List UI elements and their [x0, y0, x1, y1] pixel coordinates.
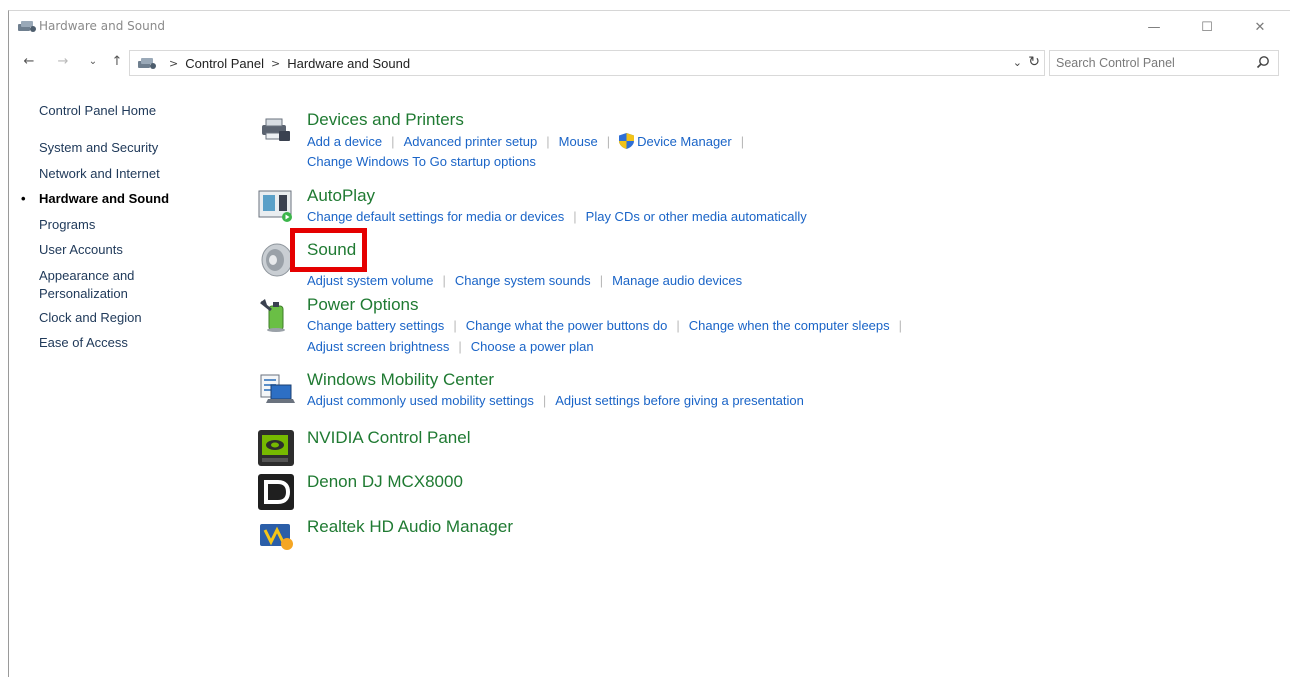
autoplay-heading[interactable]: AutoPlay — [307, 186, 375, 206]
back-arrow-icon: ← — [23, 53, 35, 69]
denon-dj-mcx8000-heading[interactable]: Denon DJ MCX8000 — [307, 472, 463, 492]
control-panel-home-link[interactable]: Control Panel Home — [39, 103, 156, 118]
address-bar[interactable]: > Control Panel > Hardware and Sound ⌄ ↻ — [129, 50, 1045, 76]
back-button[interactable]: ← — [19, 51, 39, 71]
power-options-heading[interactable]: Power Options — [307, 295, 419, 315]
up-arrow-icon: ↑ — [111, 53, 123, 69]
advanced-printer-setup-link[interactable]: Advanced printer setup — [404, 134, 538, 149]
play-cds-automatically-link[interactable]: Play CDs or other media automatically — [586, 209, 807, 224]
mobility-center-links: Adjust commonly used mobility settings |… — [307, 393, 804, 408]
link-separator: | — [740, 133, 745, 149]
nav-network-and-internet[interactable]: Network and Internet — [39, 166, 160, 181]
link-separator: | — [546, 133, 550, 149]
close-icon: ✕ — [1254, 19, 1266, 35]
nvidia-control-panel-heading[interactable]: NVIDIA Control Panel — [307, 428, 470, 448]
power-options-links: Change battery settings | Change what th… — [307, 318, 911, 333]
link-separator: | — [676, 318, 680, 333]
nvidia-icon — [258, 430, 294, 466]
autoplay-links: Change default settings for media or dev… — [307, 209, 807, 224]
chevron-down-icon: ⌄ — [88, 55, 98, 67]
adjust-screen-brightness-link[interactable]: Adjust screen brightness — [307, 339, 449, 354]
device-manager-link[interactable]: Device Manager — [637, 134, 732, 149]
autoplay-icon — [258, 190, 292, 222]
link-separator: | — [442, 273, 446, 288]
link-separator: | — [542, 393, 547, 408]
link-separator: | — [599, 273, 604, 288]
title-bar: Hardware and Sound — ☐ ✕ — [9, 11, 1290, 41]
link-separator: | — [453, 318, 457, 333]
mouse-link[interactable]: Mouse — [559, 134, 598, 149]
forward-arrow-icon: → — [57, 53, 69, 69]
adjust-presentation-settings-link[interactable]: Adjust settings before giving a presenta… — [555, 393, 804, 408]
control-panel-icon — [138, 58, 156, 69]
add-a-device-link[interactable]: Add a device — [307, 134, 382, 149]
control-panel-icon — [18, 21, 36, 32]
realtek-icon — [260, 524, 293, 550]
manage-audio-devices-link[interactable]: Manage audio devices — [612, 273, 742, 288]
refresh-icon[interactable]: ↻ — [1028, 54, 1040, 70]
breadcrumb-hardware-and-sound[interactable]: Hardware and Sound — [287, 56, 410, 71]
denon-icon — [258, 474, 294, 510]
nav-personalization[interactable]: Personalization — [39, 286, 128, 301]
devices-and-printers-links: Add a device | Advanced printer setup | … — [307, 133, 753, 149]
nav-user-accounts[interactable]: User Accounts — [39, 242, 123, 257]
recent-locations-button[interactable]: ⌄ — [83, 51, 103, 71]
nav-system-and-security[interactable]: System and Security — [39, 140, 158, 155]
link-separator: | — [573, 209, 577, 224]
change-computer-sleeps-link[interactable]: Change when the computer sleeps — [689, 318, 890, 333]
breadcrumb-separator-icon[interactable]: > — [271, 57, 280, 70]
nav-programs[interactable]: Programs — [39, 217, 95, 232]
close-button[interactable]: ✕ — [1237, 15, 1283, 39]
change-battery-settings-link[interactable]: Change battery settings — [307, 318, 444, 333]
breadcrumb-separator-icon[interactable]: > — [169, 57, 178, 70]
windows-mobility-center-heading[interactable]: Windows Mobility Center — [307, 370, 494, 390]
choose-power-plan-link[interactable]: Choose a power plan — [471, 339, 594, 354]
nav-ease-of-access[interactable]: Ease of Access — [39, 335, 128, 350]
mobility-icon — [260, 374, 295, 403]
forward-button[interactable]: → — [53, 51, 73, 71]
link-separator: | — [898, 318, 903, 333]
minimize-button[interactable]: — — [1131, 15, 1177, 39]
nav-appearance-and[interactable]: Appearance and — [39, 268, 134, 283]
adjust-system-volume-link[interactable]: Adjust system volume — [307, 273, 433, 288]
link-separator: | — [458, 339, 462, 354]
nav-hardware-and-sound-label: Hardware and Sound — [39, 191, 170, 206]
search-box[interactable] — [1049, 50, 1279, 76]
change-power-buttons-link[interactable]: Change what the power buttons do — [466, 318, 668, 333]
maximize-icon: ☐ — [1201, 19, 1213, 35]
change-default-media-settings-link[interactable]: Change default settings for media or dev… — [307, 209, 564, 224]
devices-and-printers-links-row2: Change Windows To Go startup options — [307, 154, 536, 169]
power-options-links-row2: Adjust screen brightness | Choose a powe… — [307, 339, 594, 354]
navigation-bar: ← → ⌄ ↑ > Control Panel > Hardware and S… — [9, 47, 1290, 77]
printer-icon — [262, 118, 290, 141]
power-icon — [260, 299, 285, 332]
control-panel-window: Hardware and Sound — ☐ ✕ ← → ⌄ ↑ > Contr… — [8, 10, 1290, 677]
change-system-sounds-link[interactable]: Change system sounds — [455, 273, 591, 288]
up-button[interactable]: ↑ — [107, 51, 127, 71]
minimize-icon: — — [1147, 19, 1161, 35]
address-dropdown-icon[interactable]: ⌄ — [1013, 56, 1022, 69]
sound-links: Adjust system volume | Change system sou… — [307, 273, 742, 288]
windows-to-go-link[interactable]: Change Windows To Go startup options — [307, 154, 536, 169]
adjust-mobility-settings-link[interactable]: Adjust commonly used mobility settings — [307, 393, 534, 408]
breadcrumb-control-panel[interactable]: Control Panel — [185, 56, 264, 71]
search-icon[interactable] — [1256, 55, 1270, 69]
nav-hardware-and-sound: • Hardware and Sound — [21, 191, 170, 206]
realtek-hd-audio-manager-heading[interactable]: Realtek HD Audio Manager — [307, 517, 513, 537]
link-separator: | — [391, 133, 395, 149]
maximize-button[interactable]: ☐ — [1184, 15, 1230, 39]
search-input[interactable] — [1056, 56, 1246, 70]
active-bullet-icon: • — [21, 191, 26, 206]
window-title: Hardware and Sound — [39, 19, 165, 33]
nav-clock-and-region[interactable]: Clock and Region — [39, 310, 142, 325]
uac-shield-icon — [619, 133, 635, 149]
link-separator: | — [606, 133, 611, 149]
devices-and-printers-heading[interactable]: Devices and Printers — [307, 110, 464, 130]
sound-highlight-box — [290, 228, 367, 272]
